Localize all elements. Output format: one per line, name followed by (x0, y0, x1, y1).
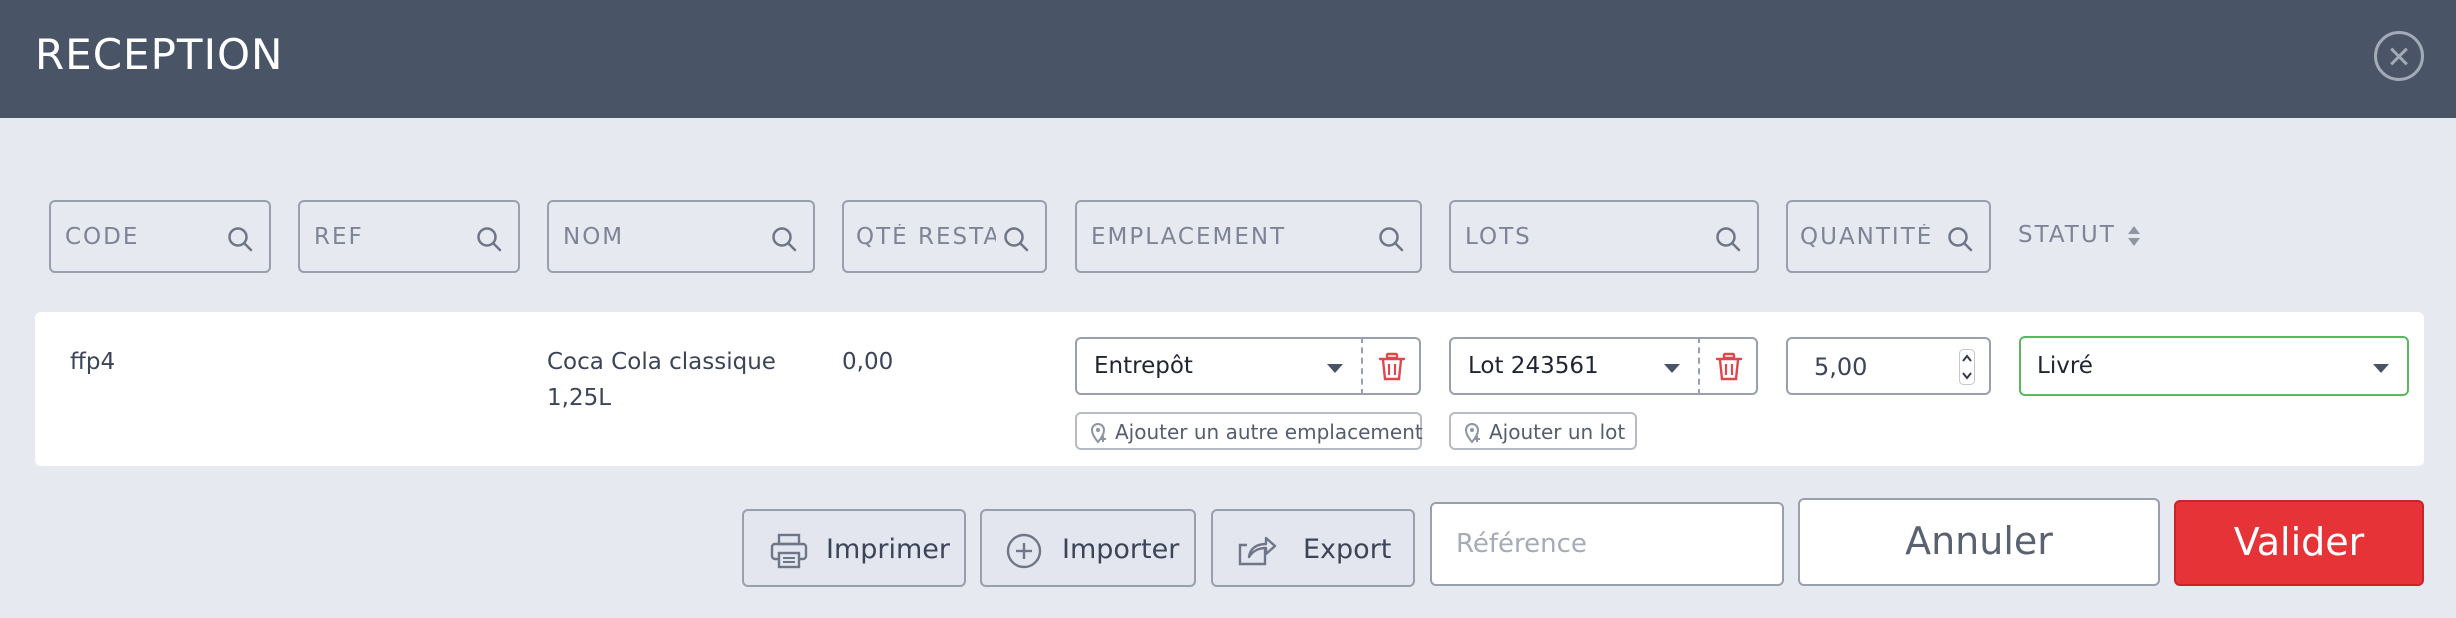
modal-title: RECEPTION (35, 30, 284, 79)
row-qte-restante: 0,00 (842, 349, 894, 375)
location-pin-icon (1464, 423, 1480, 444)
search-icon (1716, 227, 1741, 252)
filter-nom[interactable]: NOM (547, 200, 815, 273)
close-icon[interactable] (2374, 31, 2424, 81)
share-icon (1238, 536, 1277, 566)
cancel-label: Annuler (1905, 519, 2053, 563)
row-code: ffp4 (70, 349, 116, 375)
location-pin-icon (1090, 423, 1106, 444)
export-label: Export (1303, 534, 1392, 565)
trash-icon (1378, 352, 1406, 381)
chevron-down-icon (2373, 364, 2389, 373)
statut-column-header[interactable]: STATUT (2018, 222, 2116, 248)
status-select[interactable]: Livré (2019, 336, 2409, 396)
lot-value: Lot 243561 (1468, 353, 1599, 379)
stepper-arrows-icon[interactable] (1959, 349, 1975, 385)
filter-code-label: CODE (65, 224, 140, 250)
add-emplacement-button[interactable]: Ajouter un autre emplacement (1075, 412, 1423, 450)
filter-lots-label: LOTS (1465, 224, 1532, 250)
print-label: Imprimer (826, 534, 951, 565)
add-emplacement-label: Ajouter un autre emplacement (1115, 420, 1423, 444)
printer-icon (770, 533, 808, 569)
status-value: Livré (2037, 353, 2093, 379)
delete-emplacement-button[interactable] (1361, 337, 1421, 395)
import-button[interactable]: Importer (980, 509, 1196, 587)
search-icon (1379, 227, 1404, 252)
row-nom-line2: 1,25L (547, 385, 612, 411)
reference-input[interactable] (1430, 502, 1784, 586)
emplacement-value: Entrepôt (1094, 353, 1193, 379)
modal-header: RECEPTION (0, 0, 2456, 118)
search-icon (772, 227, 797, 252)
filter-nom-label: NOM (563, 224, 625, 250)
print-button[interactable]: Imprimer (742, 509, 966, 587)
cancel-button[interactable]: Annuler (1798, 498, 2160, 586)
search-icon (228, 227, 253, 252)
add-lot-label: Ajouter un lot (1489, 420, 1626, 444)
filter-quantite[interactable]: QUANTITÉ (1786, 200, 1991, 273)
export-button[interactable]: Export (1211, 509, 1415, 587)
chevron-down-icon (1664, 364, 1680, 373)
quantity-value: 5,00 (1814, 353, 1868, 381)
plus-circle-icon (1006, 533, 1042, 569)
filter-emplacement-label: EMPLACEMENT (1091, 224, 1287, 250)
validate-button[interactable]: Valider (2174, 500, 2424, 586)
search-icon (1004, 227, 1029, 252)
chevron-down-icon (1327, 364, 1343, 373)
filter-ref[interactable]: REF (298, 200, 520, 273)
search-icon (1948, 227, 1973, 252)
import-label: Importer (1062, 534, 1180, 565)
trash-icon (1715, 352, 1743, 381)
search-icon (477, 227, 502, 252)
filter-qte-restante-label: QTÉ RESTANTE (856, 224, 996, 250)
row-nom-line1: Coca Cola classique (547, 349, 776, 375)
sort-icon[interactable] (2126, 223, 2142, 249)
filter-code[interactable]: CODE (49, 200, 271, 273)
filter-lots[interactable]: LOTS (1449, 200, 1759, 273)
quantity-stepper[interactable]: 5,00 (1786, 337, 1991, 395)
validate-label: Valider (2233, 520, 2365, 564)
filter-quantite-label: QUANTITÉ (1800, 224, 1934, 250)
delete-lot-button[interactable] (1698, 337, 1758, 395)
filter-qte-restante[interactable]: QTÉ RESTANTE (842, 200, 1047, 273)
emplacement-select[interactable]: Entrepôt (1075, 337, 1363, 395)
filter-emplacement[interactable]: EMPLACEMENT (1075, 200, 1422, 273)
add-lot-button[interactable]: Ajouter un lot (1449, 412, 1637, 450)
lot-select[interactable]: Lot 243561 (1449, 337, 1700, 395)
filter-ref-label: REF (314, 224, 364, 250)
